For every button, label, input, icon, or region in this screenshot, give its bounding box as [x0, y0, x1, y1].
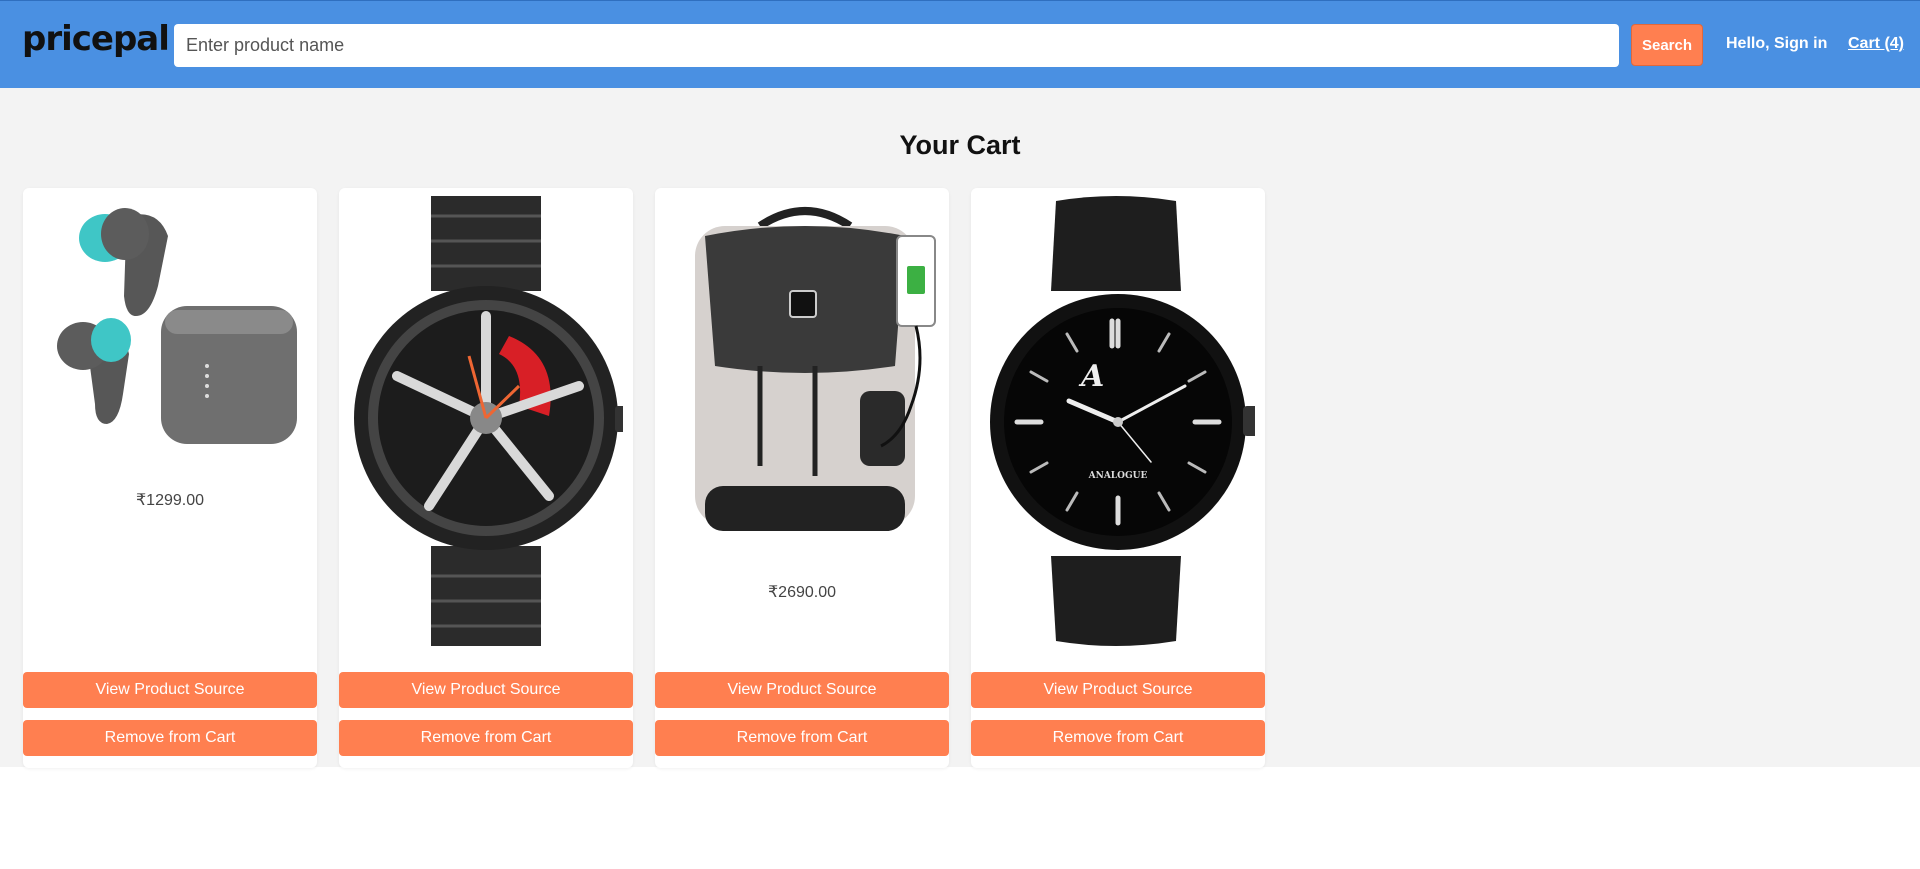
search-button[interactable]: Search — [1631, 24, 1703, 66]
product-price: ₹2690.00 — [767, 584, 836, 601]
remove-from-cart-button[interactable]: Remove from Cart — [23, 720, 317, 756]
remove-from-cart-button[interactable]: Remove from Cart — [655, 720, 949, 756]
view-product-source-button[interactable]: View Product Source — [339, 672, 633, 708]
sign-in-link[interactable]: Hello, Sign in — [1726, 35, 1827, 53]
product-image-wheel-watch — [349, 196, 623, 646]
search-input[interactable] — [174, 24, 1619, 67]
view-product-source-button[interactable]: View Product Source — [23, 672, 317, 708]
cart-item-card: A ANALOGUE View Product Source Remove fr… — [971, 188, 1265, 768]
cart-item-card: View Product Source Remove from Cart — [339, 188, 633, 768]
cart-item-card: ₹2690.00 View Product Source Remove from… — [655, 188, 949, 768]
cart-page: Your Cart ₹1299.00 View Product Source R — [0, 88, 1920, 768]
logo[interactable]: pricepal — [22, 19, 170, 59]
watch-dial-text: ANALOGUE — [1088, 471, 1148, 481]
product-price: ₹1299.00 — [135, 492, 204, 509]
page-title: Your Cart — [899, 130, 1021, 160]
product-image-backpack — [665, 196, 939, 546]
svg-text:A: A — [1078, 359, 1104, 394]
header: pricepal Search Hello, Sign in Cart (4) — [0, 0, 1920, 88]
remove-from-cart-button[interactable]: Remove from Cart — [339, 720, 633, 756]
product-image-analogue-watch: A ANALOGUE — [981, 196, 1255, 646]
cart-link[interactable]: Cart (4) — [1848, 35, 1904, 53]
view-product-source-button[interactable]: View Product Source — [971, 672, 1265, 708]
remove-from-cart-button[interactable]: Remove from Cart — [971, 720, 1265, 756]
view-product-source-button[interactable]: View Product Source — [655, 672, 949, 708]
cart-item-card: ₹1299.00 View Product Source Remove from… — [23, 188, 317, 768]
product-image-earbuds — [33, 196, 307, 456]
